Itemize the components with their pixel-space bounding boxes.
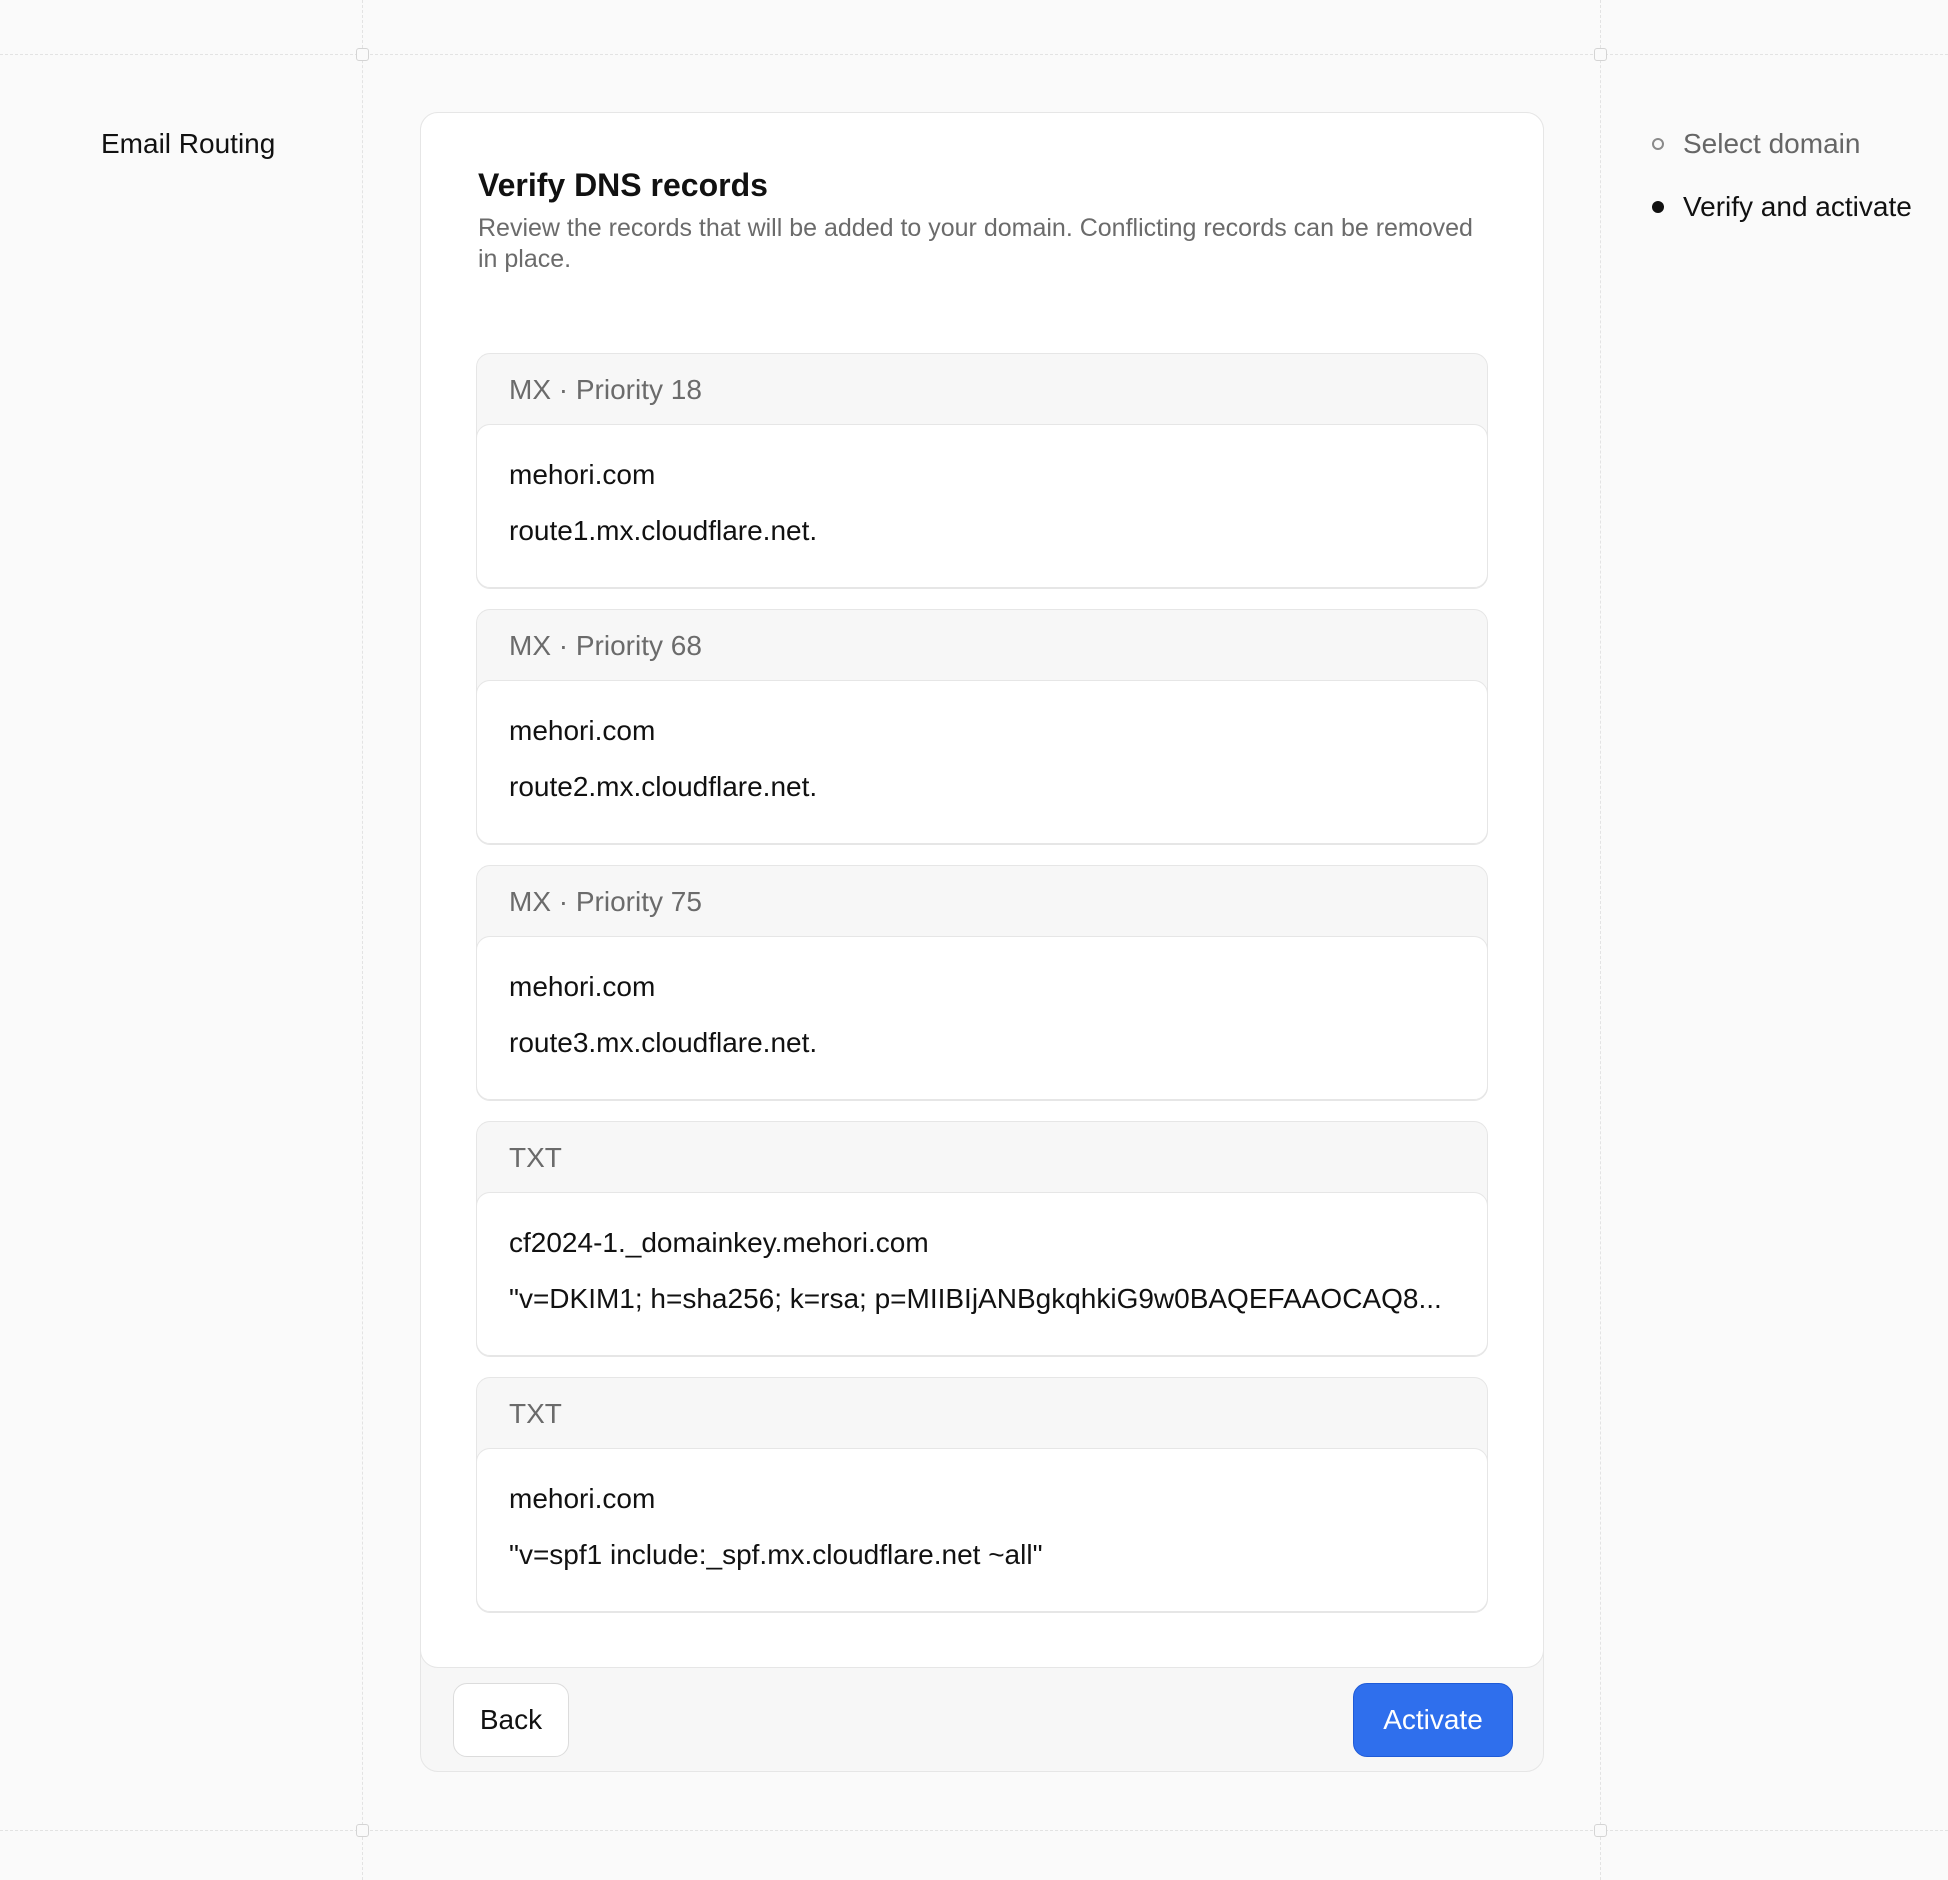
dns-record: MX · Priority 18 mehori.com route1.mx.cl…	[476, 353, 1488, 589]
dns-record: TXT cf2024-1._domainkey.mehori.com "v=DK…	[476, 1121, 1488, 1357]
dns-record-type: MX	[509, 630, 551, 661]
dns-record-name: mehori.com	[509, 971, 656, 1002]
dns-record: MX · Priority 68 mehori.com route2.mx.cl…	[476, 609, 1488, 845]
dns-record-name: cf2024-1._domainkey.mehori.com	[509, 1227, 929, 1258]
step-inactive-dot-icon	[1652, 138, 1664, 150]
dns-record-name: mehori.com	[509, 715, 656, 746]
activate-button[interactable]: Activate	[1353, 1683, 1513, 1757]
dns-record-value: "v=DKIM1; h=sha256; k=rsa; p=MIIBIjANBgk…	[509, 1283, 1442, 1314]
dns-record-value: route1.mx.cloudflare.net.	[509, 515, 818, 546]
step-indicator: Select domain Verify and activate	[1652, 126, 1912, 252]
step-verify-and-activate[interactable]: Verify and activate	[1652, 189, 1912, 225]
dns-record-header: MX · Priority 68	[509, 628, 702, 664]
dns-record-name: mehori.com	[509, 1483, 656, 1514]
dns-record-priority: · Priority 75	[558, 886, 702, 917]
dns-record: MX · Priority 75 mehori.com route3.mx.cl…	[476, 865, 1488, 1101]
dns-record-header: TXT	[509, 1396, 562, 1432]
layout-guide-bottom	[0, 1830, 1948, 1831]
step-select-domain[interactable]: Select domain	[1652, 126, 1912, 162]
app-title: Email Routing	[101, 128, 276, 159]
dns-records-list: MX · Priority 18 mehori.com route1.mx.cl…	[476, 353, 1488, 1633]
step-active-dot-icon	[1652, 201, 1664, 213]
layout-guide-left	[362, 0, 363, 1880]
dns-record-type: TXT	[509, 1398, 562, 1429]
dns-record-details: cf2024-1._domainkey.mehori.com "v=DKIM1;…	[476, 1192, 1488, 1356]
card-title: Verify DNS records	[478, 167, 768, 203]
dns-record-name: mehori.com	[509, 459, 656, 490]
guide-corner-handle	[356, 48, 369, 61]
card-description: Review the records that will be added to…	[478, 214, 1473, 273]
step-label: Verify and activate	[1683, 191, 1912, 222]
dns-record-details: mehori.com route3.mx.cloudflare.net.	[476, 936, 1488, 1100]
dns-record-details: mehori.com "v=spf1 include:_spf.mx.cloud…	[476, 1448, 1488, 1612]
dns-record-details: mehori.com route2.mx.cloudflare.net.	[476, 680, 1488, 844]
dns-record: TXT mehori.com "v=spf1 include:_spf.mx.c…	[476, 1377, 1488, 1613]
guide-corner-handle	[1594, 1824, 1607, 1837]
layout-guide-right	[1600, 0, 1601, 1880]
step-label: Select domain	[1683, 128, 1861, 159]
dns-record-type: MX	[509, 374, 551, 405]
dns-record-value: "v=spf1 include:_spf.mx.cloudflare.net ~…	[509, 1539, 1043, 1570]
dns-record-value: route2.mx.cloudflare.net.	[509, 771, 818, 802]
dns-record-header: MX · Priority 18	[509, 372, 702, 408]
dns-record-header: TXT	[509, 1140, 562, 1176]
dns-record-type: TXT	[509, 1142, 562, 1173]
dns-record-priority: · Priority 68	[558, 630, 702, 661]
dns-record-type: MX	[509, 886, 551, 917]
guide-corner-handle	[356, 1824, 369, 1837]
verify-dns-card-body: Verify DNS records Review the records th…	[420, 112, 1544, 1668]
dns-record-details: mehori.com route1.mx.cloudflare.net.	[476, 424, 1488, 588]
dns-record-header: MX · Priority 75	[509, 884, 702, 920]
verify-dns-card: Verify DNS records Review the records th…	[420, 112, 1544, 1772]
dns-record-value: route3.mx.cloudflare.net.	[509, 1027, 818, 1058]
back-button[interactable]: Back	[453, 1683, 569, 1757]
dns-record-priority: · Priority 18	[558, 374, 702, 405]
layout-guide-top	[0, 54, 1948, 55]
guide-corner-handle	[1594, 48, 1607, 61]
